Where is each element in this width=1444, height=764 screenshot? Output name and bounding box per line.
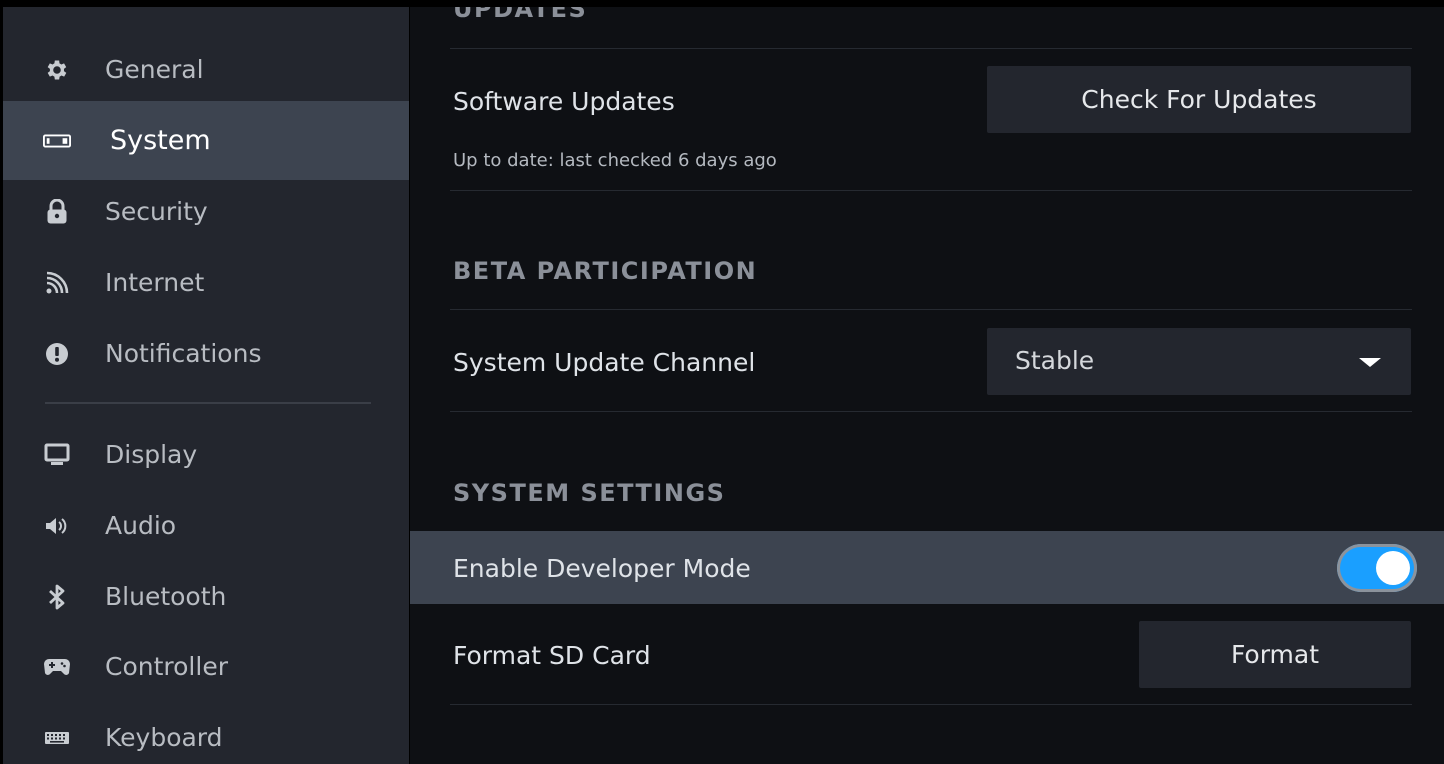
sidebar-item-bluetooth[interactable]: Bluetooth: [3, 561, 409, 632]
sidebar-divider: [45, 402, 371, 404]
monitor-icon: [43, 441, 71, 469]
divider: [450, 190, 1412, 191]
sidebar-item-label: Notifications: [105, 339, 262, 368]
toggle-knob: [1376, 551, 1410, 585]
divider: [450, 48, 1412, 49]
gear-icon: [43, 56, 71, 84]
sidebar-item-label: Keyboard: [105, 723, 223, 752]
settings-content: UPDATES Software Updates Up to date: las…: [410, 7, 1444, 764]
developer-mode-toggle[interactable]: [1337, 544, 1417, 592]
sidebar-item-label: Internet: [105, 268, 205, 297]
system-icon: [43, 127, 71, 155]
settings-window: General System Security Internet Notific: [3, 7, 1444, 764]
sidebar-item-label: System: [110, 125, 211, 156]
format-sd-label: Format SD Card: [453, 641, 651, 670]
sidebar: General System Security Internet Notific: [3, 7, 409, 764]
sidebar-item-keyboard[interactable]: Keyboard: [3, 702, 409, 764]
lock-icon: [43, 198, 71, 226]
sidebar-item-general[interactable]: General: [3, 34, 409, 105]
sidebar-item-label: Bluetooth: [105, 582, 227, 611]
chevron-down-icon: [1359, 358, 1381, 367]
section-title-beta: BETA PARTICIPATION: [453, 257, 758, 285]
section-title-system-settings: SYSTEM SETTINGS: [453, 479, 726, 507]
update-channel-value: Stable: [1015, 346, 1095, 375]
update-channel-label: System Update Channel: [453, 348, 756, 377]
gamepad-icon: [43, 653, 71, 681]
sidebar-item-security[interactable]: Security: [3, 176, 409, 247]
divider: [450, 411, 1412, 412]
software-updates-label: Software Updates: [453, 87, 675, 116]
wifi-icon: [43, 269, 71, 297]
check-for-updates-button[interactable]: Check For Updates: [987, 66, 1411, 133]
bluetooth-icon: [43, 583, 71, 611]
alert-icon: [43, 340, 71, 368]
divider: [450, 309, 1412, 310]
sidebar-item-label: General: [105, 55, 204, 84]
sidebar-item-label: Security: [105, 197, 208, 226]
sidebar-item-internet[interactable]: Internet: [3, 247, 409, 318]
sidebar-item-notifications[interactable]: Notifications: [3, 318, 409, 389]
speaker-icon: [43, 512, 71, 540]
update-status-text: Up to date: last checked 6 days ago: [453, 150, 777, 171]
sidebar-item-controller[interactable]: Controller: [3, 631, 409, 702]
developer-mode-row[interactable]: Enable Developer Mode: [410, 531, 1444, 604]
developer-mode-label: Enable Developer Mode: [453, 554, 751, 583]
keyboard-icon: [43, 724, 71, 752]
divider: [450, 704, 1412, 705]
section-title-updates: UPDATES: [453, 7, 588, 23]
sidebar-item-display[interactable]: Display: [3, 419, 409, 490]
format-button[interactable]: Format: [1139, 621, 1411, 688]
sidebar-item-label: Audio: [105, 511, 177, 540]
update-channel-dropdown[interactable]: Stable: [987, 328, 1411, 395]
sidebar-item-label: Display: [105, 440, 198, 469]
sidebar-item-audio[interactable]: Audio: [3, 490, 409, 561]
sidebar-item-label: Controller: [105, 652, 228, 681]
sidebar-item-system[interactable]: System: [3, 101, 409, 180]
